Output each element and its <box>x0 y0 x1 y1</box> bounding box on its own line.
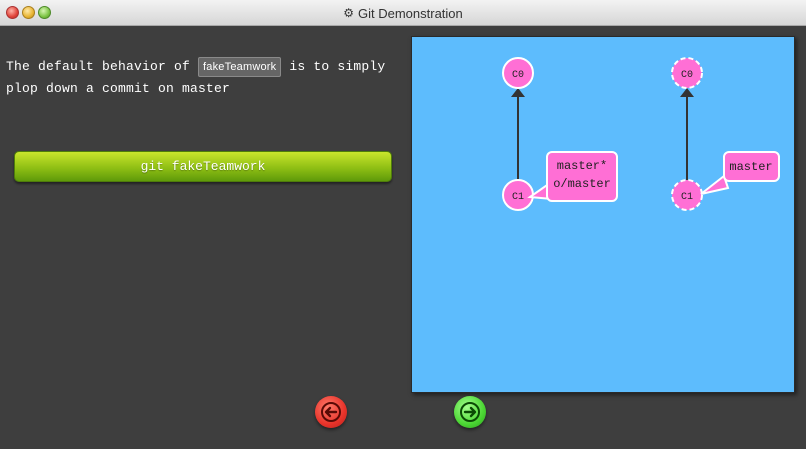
arrow-right-icon <box>460 402 480 422</box>
right-repo-tree: C0 C1 master <box>671 57 780 211</box>
right-commit-c0-label: C0 <box>681 70 693 81</box>
window-title-text: Git Demonstration <box>358 5 463 21</box>
left-branch-origin-master-label: o/master <box>553 177 611 191</box>
next-step-button[interactable] <box>454 396 486 428</box>
git-tree-diagram: C0 C1 master* o/master C0 C1 master <box>502 57 780 211</box>
git-visualization-panel: C0 C1 master* o/master C0 C1 master <box>411 36 795 393</box>
instruction-text-before: The default behavior of <box>6 59 199 74</box>
window-title: ⚙ Git Demonstration <box>0 0 806 26</box>
left-commit-c1-label: C1 <box>512 192 524 203</box>
left-edge-arrowhead <box>511 88 525 97</box>
left-repo-tree: C0 C1 master* o/master <box>502 57 618 211</box>
right-commit-c1-label: C1 <box>681 192 693 203</box>
right-edge-arrowhead <box>680 88 694 97</box>
git-fake-teamwork-button[interactable]: git fakeTeamwork <box>14 151 392 182</box>
left-branch-master-label: master* <box>557 159 607 173</box>
left-commit-c0-label: C0 <box>512 70 524 81</box>
right-branch-master-label: master <box>729 160 772 174</box>
gear-icon: ⚙ <box>343 6 354 20</box>
title-bar: ⚙ Git Demonstration <box>0 0 806 26</box>
instruction-text: The default behavior of fakeTeamwork is … <box>6 56 401 100</box>
arrow-left-icon <box>321 402 341 422</box>
command-chip: fakeTeamwork <box>198 57 282 77</box>
previous-step-button[interactable] <box>315 396 347 428</box>
